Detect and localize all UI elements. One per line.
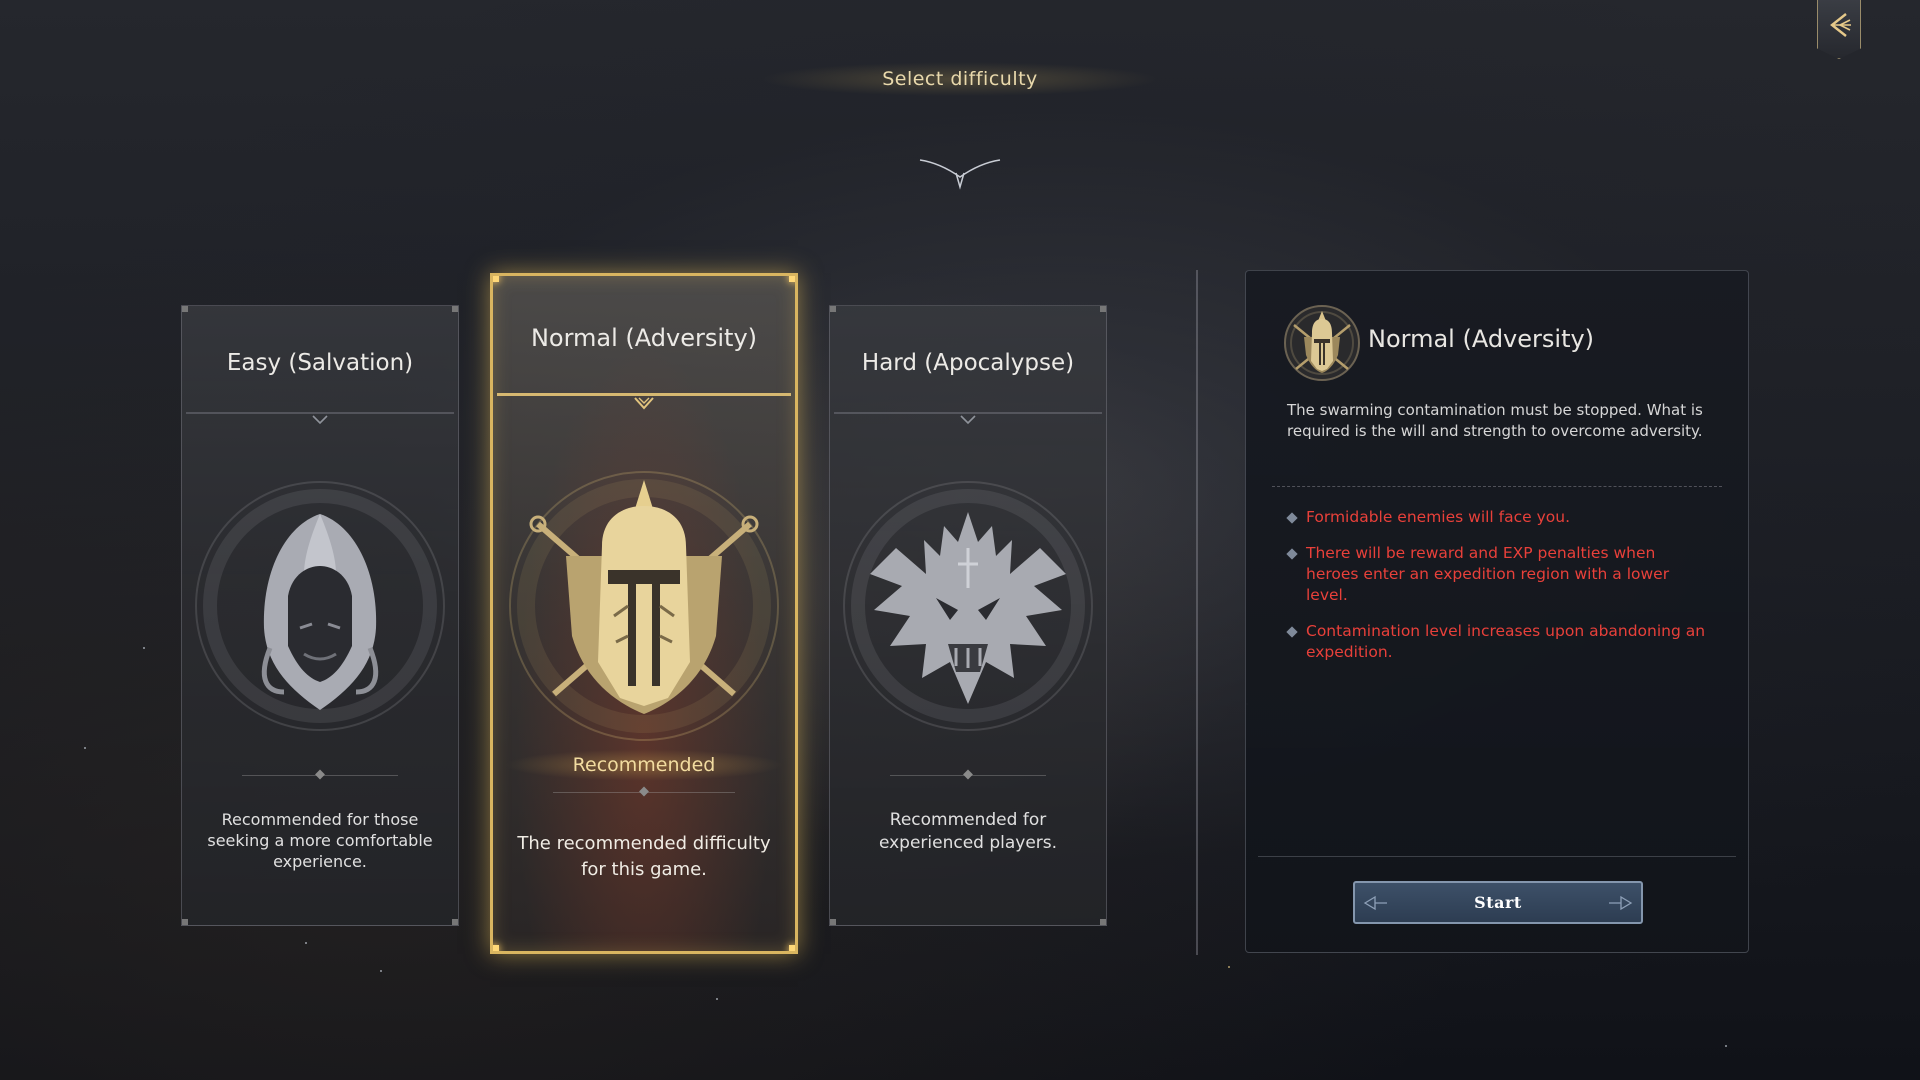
penalty-item: Contamination level increases upon aband… [1286, 621, 1706, 663]
star-particle [380, 970, 382, 972]
card-divider [242, 775, 398, 776]
card-title: Normal (Adversity) [530, 324, 758, 352]
button-ornament-icon [1363, 895, 1387, 911]
vertical-divider [1196, 270, 1198, 955]
card-corner [830, 919, 836, 925]
button-ornament-icon [1609, 895, 1633, 911]
back-button[interactable] [1817, 0, 1861, 59]
penalty-list: Formidable enemies will face you. There … [1286, 507, 1706, 678]
start-button-label: Start [1474, 893, 1522, 912]
star-particle [1725, 1045, 1727, 1047]
card-corner [452, 919, 458, 925]
card-corner [182, 306, 188, 312]
chevron-down-icon [960, 415, 976, 425]
card-title: Hard (Apocalypse) [861, 350, 1075, 376]
panel-divider [1258, 856, 1736, 857]
detail-description: The swarming contamination must be stopp… [1287, 401, 1703, 440]
star-particle [716, 998, 718, 1000]
card-corner [493, 276, 499, 282]
page-title: Select difficulty [760, 62, 1160, 96]
star-particle [143, 647, 145, 649]
chevron-down-icon [312, 415, 328, 425]
card-corner [1100, 919, 1106, 925]
card-corner [493, 945, 499, 951]
detail-title: Normal (Adversity) [1368, 325, 1595, 353]
diamond-bullet-icon [1286, 548, 1298, 560]
card-divider [890, 775, 1046, 776]
card-description: Recommended for experienced players. [878, 810, 1058, 853]
penalty-text: Contamination level increases upon aband… [1306, 622, 1706, 661]
difficulty-card-hard[interactable]: Hard (Apocalypse) Recommended for experi… [829, 305, 1107, 926]
hooded-figure-icon [195, 481, 445, 731]
diamond-bullet-icon [1286, 512, 1298, 524]
card-corner [789, 276, 795, 282]
card-corner [452, 306, 458, 312]
spartan-helmet-icon [1284, 305, 1360, 381]
diamond-bullet-icon [1286, 626, 1298, 638]
star-particle [1228, 966, 1230, 968]
star-particle [84, 747, 86, 749]
penalty-item: Formidable enemies will face you. [1286, 507, 1706, 528]
spartan-helmet-shield-icon [509, 471, 779, 741]
card-description: The recommended difficulty for this game… [517, 833, 771, 880]
dashed-divider [1272, 486, 1722, 487]
penalty-item: There will be reward and EXP penalties w… [1286, 543, 1706, 606]
chevron-down-icon [634, 397, 654, 410]
penalty-text: Formidable enemies will face you. [1306, 508, 1571, 526]
back-arrow-icon [1830, 13, 1851, 37]
card-title: Easy (Salvation) [226, 350, 414, 376]
card-corner [1100, 306, 1106, 312]
difficulty-card-easy[interactable]: Easy (Salvation) Recommended for those s… [181, 305, 459, 926]
difficulty-detail-panel: Normal (Adversity) The swarming contamin… [1245, 270, 1749, 953]
recommended-badge: Recommended [493, 748, 795, 782]
card-corner [789, 945, 795, 951]
start-button[interactable]: Start [1353, 881, 1643, 924]
penalty-text: There will be reward and EXP penalties w… [1306, 544, 1670, 604]
demon-skull-icon [843, 481, 1093, 731]
card-description: Recommended for those seeking a more com… [207, 810, 433, 871]
card-corner [182, 919, 188, 925]
star-particle [305, 942, 307, 944]
difficulty-card-normal[interactable]: Normal (Adversity) Recommended The recom… [490, 273, 798, 954]
header-divider [110, 159, 1810, 190]
card-divider [553, 792, 735, 793]
card-corner [830, 306, 836, 312]
